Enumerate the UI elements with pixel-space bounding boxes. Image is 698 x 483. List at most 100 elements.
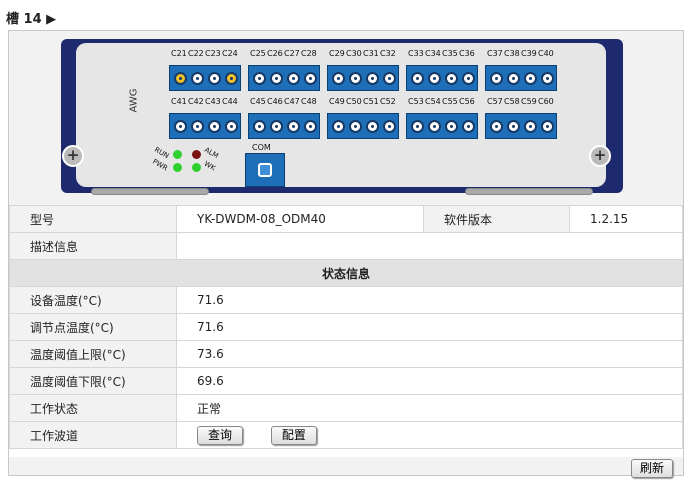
port-label: C30: [346, 49, 362, 58]
fiber-port[interactable]: [462, 72, 475, 85]
port-dot-icon: [196, 77, 199, 80]
port-dot-icon: [529, 77, 532, 80]
status-row: 设备温度(°C) 71.6: [9, 286, 683, 314]
fiber-port[interactable]: [524, 120, 537, 133]
fiber-port[interactable]: [270, 72, 283, 85]
port-dot-icon: [416, 125, 419, 128]
port-dot-icon: [213, 77, 216, 80]
alm-led-label: ALM: [202, 145, 220, 161]
fiber-port[interactable]: [253, 120, 266, 133]
config-button[interactable]: 配置: [270, 425, 317, 445]
port-dot-icon: [467, 125, 470, 128]
port-label: C21: [171, 49, 187, 58]
fiber-port[interactable]: [507, 120, 520, 133]
fiber-port[interactable]: [191, 120, 204, 133]
fiber-port[interactable]: [411, 120, 424, 133]
fiber-port[interactable]: [541, 120, 554, 133]
port-label: C32: [380, 49, 396, 58]
fiber-port[interactable]: [428, 120, 441, 133]
port-label: C42: [188, 97, 204, 106]
com-label: COM: [252, 143, 271, 152]
port-dot-icon: [371, 77, 374, 80]
port-dot-icon: [546, 77, 549, 80]
port-group: [327, 65, 399, 91]
status-section-title: 状态信息: [9, 259, 683, 287]
status-row-value: 正常: [176, 394, 683, 422]
status-row: 工作状态 正常: [9, 394, 683, 422]
port-dot-icon: [388, 125, 391, 128]
fiber-port[interactable]: [174, 120, 187, 133]
port-label: C33: [408, 49, 424, 58]
fiber-port[interactable]: [428, 72, 441, 85]
port-label: C40: [538, 49, 554, 58]
status-row-label: 温度阈值上限(°C): [9, 340, 177, 368]
port-dot-icon: [495, 77, 498, 80]
panel-area: AWG + + C21 C22 C23 C24 C25 C26 C27 C28 C29 C30 C3…: [9, 31, 683, 205]
model-label: 型号: [9, 205, 177, 233]
port-dot-icon: [275, 125, 278, 128]
port-label: C25: [250, 49, 266, 58]
port-group: [248, 65, 320, 91]
port-label: C46: [267, 97, 283, 106]
port-dot-icon: [354, 125, 357, 128]
port-dot-icon: [213, 125, 216, 128]
fiber-port[interactable]: [462, 120, 475, 133]
fiber-port[interactable]: [541, 72, 554, 85]
fiber-port[interactable]: [332, 72, 345, 85]
port-dot-icon: [179, 77, 182, 80]
query-button[interactable]: 查询: [197, 425, 244, 445]
fiber-port[interactable]: [225, 72, 238, 85]
port-group: [406, 113, 478, 139]
fiber-port[interactable]: [349, 72, 362, 85]
fiber-port[interactable]: [383, 72, 396, 85]
com-port[interactable]: [245, 153, 285, 187]
fiber-port[interactable]: [490, 120, 503, 133]
port-label: C28: [301, 49, 317, 58]
port-dot-icon: [337, 125, 340, 128]
port-dot-icon: [309, 77, 312, 80]
port-dot-icon: [512, 125, 515, 128]
port-dot-icon: [258, 77, 261, 80]
fiber-port[interactable]: [287, 120, 300, 133]
fiber-port[interactable]: [208, 72, 221, 85]
fiber-port[interactable]: [445, 120, 458, 133]
alm-led: [192, 150, 201, 159]
refresh-button[interactable]: 刷新: [630, 459, 673, 478]
fiber-port[interactable]: [445, 72, 458, 85]
fiber-port[interactable]: [507, 72, 520, 85]
fiber-port[interactable]: [191, 72, 204, 85]
software-version-label: 软件版本: [423, 205, 570, 233]
fiber-port[interactable]: [174, 72, 187, 85]
fiber-port[interactable]: [304, 120, 317, 133]
fiber-port[interactable]: [524, 72, 537, 85]
fiber-port[interactable]: [383, 120, 396, 133]
status-row-value: 69.6: [176, 367, 683, 395]
fiber-port[interactable]: [366, 120, 379, 133]
fiber-port[interactable]: [366, 72, 379, 85]
port-label: C26: [267, 49, 283, 58]
port-label: C53: [408, 97, 424, 106]
fiber-port[interactable]: [411, 72, 424, 85]
status-row: 调节点温度(°C) 71.6: [9, 313, 683, 341]
port-label: C41: [171, 97, 187, 106]
port-dot-icon: [467, 77, 470, 80]
fiber-port[interactable]: [253, 72, 266, 85]
status-row: 温度阈值上限(°C) 73.6: [9, 340, 683, 368]
fiber-port[interactable]: [287, 72, 300, 85]
description-row: 描述信息: [9, 232, 683, 260]
fiber-port[interactable]: [225, 120, 238, 133]
fiber-port[interactable]: [304, 72, 317, 85]
port-label: C60: [538, 97, 554, 106]
fiber-port[interactable]: [332, 120, 345, 133]
fiber-port[interactable]: [349, 120, 362, 133]
port-dot-icon: [512, 77, 515, 80]
fiber-port[interactable]: [270, 120, 283, 133]
port-label: C31: [363, 49, 379, 58]
port-label: C37: [487, 49, 503, 58]
port-dot-icon: [433, 77, 436, 80]
fiber-port[interactable]: [208, 120, 221, 133]
fiber-port[interactable]: [490, 72, 503, 85]
port-dot-icon: [292, 125, 295, 128]
wk-led-label: WK: [202, 159, 217, 173]
port-group: [248, 113, 320, 139]
